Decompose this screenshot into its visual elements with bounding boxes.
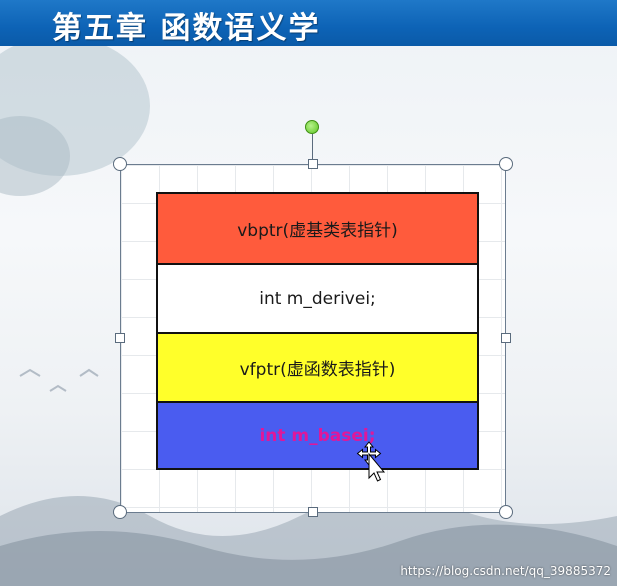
rotate-stem [312,134,313,160]
resize-handle-bottom-right[interactable] [499,505,513,519]
slide-title[interactable]: 第五章 函数语义学 [52,3,320,47]
move-cursor-icon [356,441,386,482]
row-vfptr[interactable]: vfptr(虚函数表指针) [158,332,477,401]
resize-handle-top-right[interactable] [499,157,513,171]
bird-shape [19,368,99,392]
watermark-url: https://blog.csdn.net/qq_39885372 [400,564,611,578]
resize-handle-left[interactable] [115,333,125,343]
resize-handle-top-left[interactable] [113,157,127,171]
resize-handle-top[interactable] [308,159,318,169]
slide-canvas: 第五章 函数语义学 vbptr(虚基类表指针) int m_derivei; v… [0,0,617,586]
memory-layout-table[interactable]: vbptr(虚基类表指针) int m_derivei; vfptr(虚函数表指… [156,192,479,470]
title-bar: 第五章 函数语义学 [0,0,617,46]
row-m-derivei[interactable]: int m_derivei; [158,263,477,332]
resize-handle-bottom[interactable] [308,507,318,517]
row-m-basei[interactable]: int m_basei; [158,401,477,468]
resize-handle-bottom-left[interactable] [113,505,127,519]
row-vbptr[interactable]: vbptr(虚基类表指针) [158,194,477,263]
rotate-handle-icon[interactable] [305,120,319,134]
resize-handle-right[interactable] [501,333,511,343]
